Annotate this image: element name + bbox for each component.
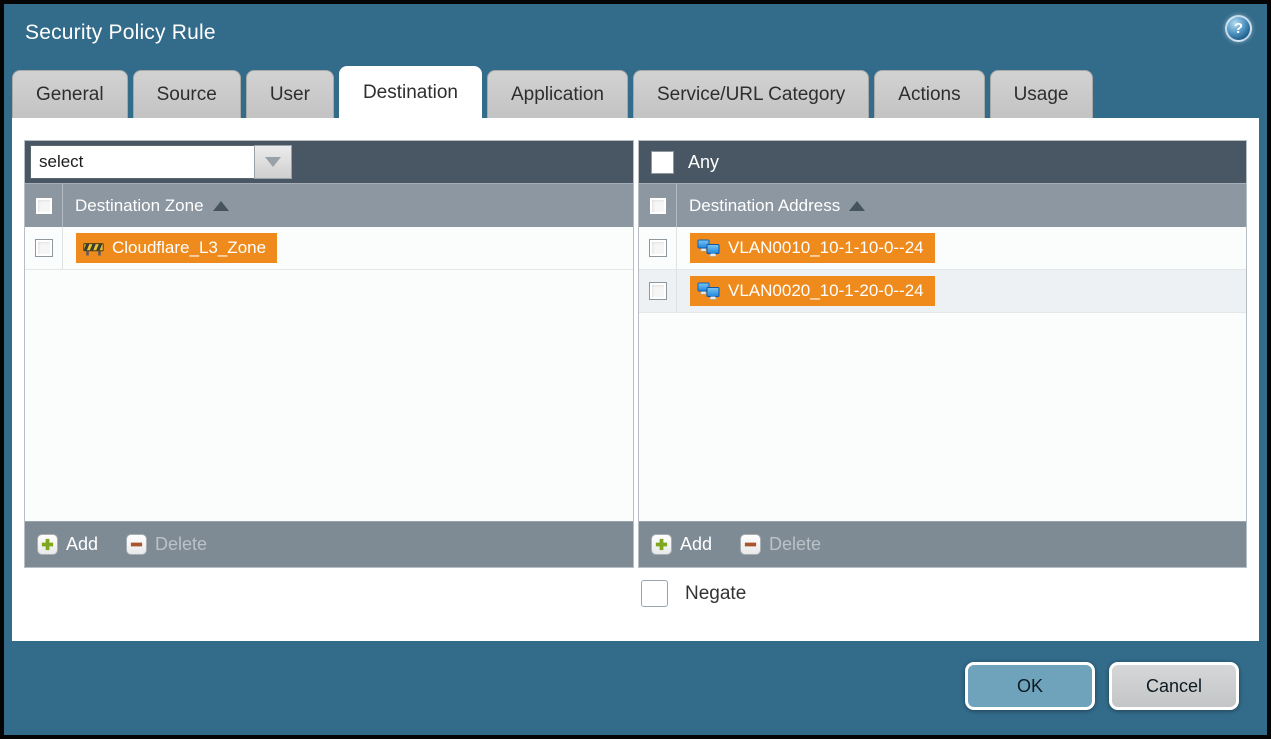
dialog-window: Security Policy Rule ? General Source Us…	[4, 4, 1267, 735]
zone-delete-button[interactable]: Delete	[126, 534, 207, 555]
security-policy-rule-dialog: Security Policy Rule ? General Source Us…	[0, 0, 1271, 739]
zone-column-header: Destination Zone	[25, 183, 633, 227]
tab-general[interactable]: General	[12, 70, 128, 118]
address-select-all-checkbox[interactable]	[649, 197, 667, 215]
any-label: Any	[688, 152, 719, 173]
delete-minus-icon	[126, 534, 147, 555]
zone-row-checkbox[interactable]	[35, 239, 53, 257]
tab-service-url-category[interactable]: Service/URL Category	[633, 70, 869, 118]
address-row: VLAN0020_10-1-20-0--24	[639, 270, 1246, 313]
zone-column-title[interactable]: Destination Zone	[75, 196, 204, 216]
zone-select-all-checkbox[interactable]	[35, 197, 53, 215]
zone-panel-header	[25, 141, 633, 183]
address-panel-footer: Add Delete	[639, 521, 1246, 567]
zone-icon	[83, 240, 104, 257]
negate-label: Negate	[685, 583, 746, 605]
zone-select-combo	[30, 145, 292, 179]
dialog-title: Security Policy Rule	[25, 21, 216, 45]
address-add-button[interactable]: Add	[651, 534, 712, 555]
destination-zone-panel: Destination Zone	[24, 140, 634, 568]
any-checkbox[interactable]	[651, 151, 674, 174]
address-name: VLAN0020_10-1-20-0--24	[728, 281, 924, 301]
zone-select-input[interactable]	[30, 145, 254, 179]
tab-application[interactable]: Application	[487, 70, 628, 118]
address-icon	[697, 239, 720, 258]
address-list: VLAN0010_10-1-10-0--24	[639, 227, 1246, 521]
address-icon	[697, 282, 720, 301]
address-column-header: Destination Address	[639, 183, 1246, 227]
address-chip[interactable]: VLAN0010_10-1-10-0--24	[690, 233, 935, 263]
tab-destination[interactable]: Destination	[339, 66, 482, 118]
address-column-title[interactable]: Destination Address	[689, 196, 840, 216]
address-name: VLAN0010_10-1-10-0--24	[728, 238, 924, 258]
cancel-button[interactable]: Cancel	[1109, 662, 1239, 710]
negate-checkbox[interactable]	[641, 580, 668, 607]
zone-chip[interactable]: Cloudflare_L3_Zone	[76, 233, 277, 263]
zone-row: Cloudflare_L3_Zone	[25, 227, 633, 270]
zone-panel-footer: Add Delete	[25, 521, 633, 567]
address-panel-header: Any	[639, 141, 1246, 183]
zone-name: Cloudflare_L3_Zone	[112, 238, 266, 258]
address-row: VLAN0010_10-1-10-0--24	[639, 227, 1246, 270]
help-icon[interactable]: ?	[1225, 15, 1252, 42]
dialog-action-buttons: OK Cancel	[965, 662, 1239, 710]
tab-user[interactable]: User	[246, 70, 334, 118]
negate-option: Negate	[641, 580, 746, 607]
destination-address-panel: Any Destination Address	[638, 140, 1247, 568]
tab-bar: General Source User Destination Applicat…	[12, 66, 1093, 118]
address-row-checkbox[interactable]	[649, 282, 667, 300]
destination-tab-content: Destination Zone	[12, 118, 1259, 641]
zone-list: Cloudflare_L3_Zone	[25, 227, 633, 521]
tab-actions[interactable]: Actions	[874, 70, 984, 118]
sort-ascending-icon[interactable]	[849, 201, 865, 211]
add-plus-icon	[37, 534, 58, 555]
zone-add-button[interactable]: Add	[37, 534, 98, 555]
chevron-down-icon	[265, 157, 281, 167]
sort-ascending-icon[interactable]	[213, 201, 229, 211]
ok-button[interactable]: OK	[965, 662, 1095, 710]
zone-select-dropdown-button[interactable]	[254, 145, 292, 179]
tab-usage[interactable]: Usage	[990, 70, 1093, 118]
address-chip[interactable]: VLAN0020_10-1-20-0--24	[690, 276, 935, 306]
delete-minus-icon	[740, 534, 761, 555]
tab-source[interactable]: Source	[133, 70, 241, 118]
address-delete-button[interactable]: Delete	[740, 534, 821, 555]
add-plus-icon	[651, 534, 672, 555]
address-row-checkbox[interactable]	[649, 239, 667, 257]
